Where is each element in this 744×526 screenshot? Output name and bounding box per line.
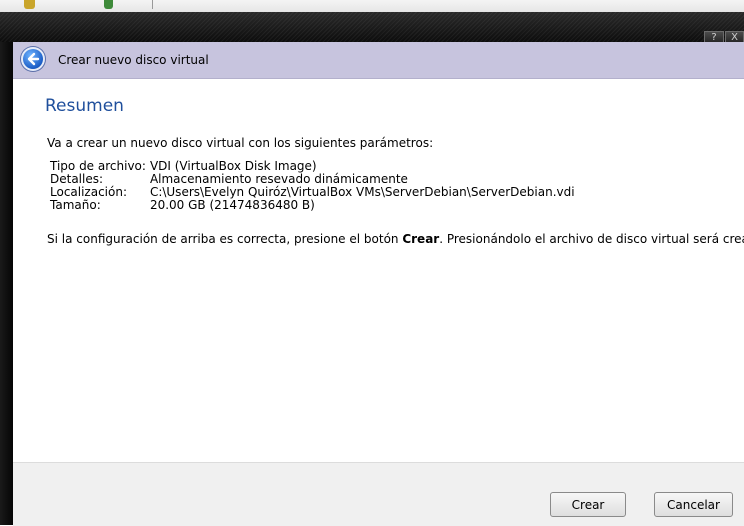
divider bbox=[152, 0, 153, 9]
desktop-strip bbox=[0, 0, 744, 12]
back-arrow-icon[interactable] bbox=[21, 47, 45, 71]
window-frame-left bbox=[0, 42, 13, 525]
param-value: 20.00 GB (21474836480 B) bbox=[149, 198, 315, 212]
intro-text: Va a crear un nuevo disco virtual con lo… bbox=[47, 136, 434, 150]
note-bold: Crear bbox=[402, 232, 440, 246]
wizard-header: Crear nuevo disco virtual bbox=[13, 42, 744, 79]
wizard-title: Crear nuevo disco virtual bbox=[58, 53, 209, 67]
app-icon bbox=[104, 0, 113, 9]
confirmation-note: Si la configuración de arriba es correct… bbox=[47, 232, 744, 246]
cancel-button[interactable]: Cancelar bbox=[654, 492, 733, 517]
param-row: Tamaño: 20.00 GB (21474836480 B) bbox=[50, 199, 575, 212]
param-label: Tamaño: bbox=[50, 198, 101, 212]
wizard-content: Resumen Va a crear un nuevo disco virtua… bbox=[13, 79, 744, 462]
create-button[interactable]: Crear bbox=[550, 492, 626, 517]
window-titlebar[interactable]: ? X bbox=[0, 12, 744, 43]
note-text-end: . Presionándolo el archivo de disco virt… bbox=[439, 232, 744, 246]
note-text: Si la configuración de arriba es correct… bbox=[47, 232, 403, 246]
page-title: Resumen bbox=[45, 96, 124, 116]
folder-icon bbox=[24, 0, 35, 9]
button-bar: Crear Cancelar bbox=[13, 462, 744, 526]
summary-table: Tipo de archivo: VDI (VirtualBox Disk Im… bbox=[50, 160, 575, 212]
